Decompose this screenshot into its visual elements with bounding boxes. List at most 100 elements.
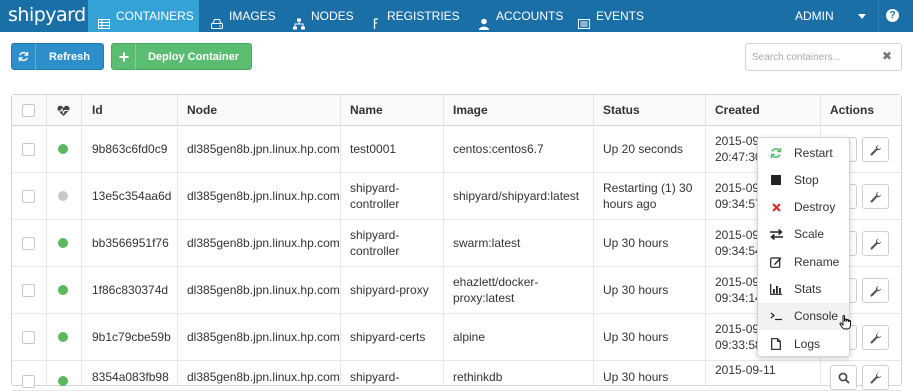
- actions-dropdown-button[interactable]: [862, 325, 889, 350]
- container-image: alpine: [453, 330, 486, 344]
- nav-events[interactable]: EVENTS: [578, 0, 644, 32]
- menu-item-destroy[interactable]: Destroy: [758, 194, 849, 221]
- col-created[interactable]: Created: [715, 95, 760, 126]
- container-id[interactable]: 1f86c830374d: [92, 282, 168, 298]
- col-status[interactable]: Status: [603, 95, 640, 126]
- row-checkbox[interactable]: [22, 284, 35, 297]
- user-menu[interactable]: ADMIN: [795, 0, 834, 32]
- row-checkbox[interactable]: [22, 331, 35, 344]
- inspect-button[interactable]: [830, 365, 857, 390]
- wrench-icon: [869, 372, 881, 384]
- container-status: Up 30 hours: [603, 283, 669, 297]
- created-date: 2015-09-11: [715, 363, 776, 377]
- nav-label: NODES: [311, 9, 354, 23]
- col-id[interactable]: Id: [92, 95, 103, 126]
- actions-dropdown-button[interactable]: [862, 365, 889, 390]
- container-id[interactable]: 13e5c354aa6d: [92, 188, 171, 204]
- menu-item-label: Scale: [794, 227, 825, 242]
- container-id[interactable]: 9b863c6fd0c9: [92, 141, 167, 157]
- container-created: 2015-09 09:34:54: [715, 227, 762, 259]
- edit-icon: [758, 255, 794, 269]
- menu-item-console[interactable]: Console: [758, 302, 849, 330]
- bar-chart-icon: [758, 282, 794, 296]
- nav-label: IMAGES: [229, 9, 276, 23]
- col-name[interactable]: Name: [350, 95, 383, 126]
- container-image: swarm:latest: [453, 236, 521, 250]
- search-icon: [838, 372, 850, 384]
- terminal-icon: [758, 309, 794, 323]
- nav-images[interactable]: IMAGES: [211, 0, 276, 32]
- created-time: 09:34:14: [715, 291, 762, 305]
- container-status: Up 30 hours: [603, 236, 669, 250]
- nav-registries[interactable]: REGISTRIES: [373, 0, 460, 32]
- wrench-icon: [869, 238, 881, 250]
- container-created: 2015-09 09:34:14: [715, 274, 762, 306]
- container-created: 2015-09 20:47:30: [715, 133, 762, 165]
- col-node[interactable]: Node: [187, 95, 217, 126]
- created-date: 2015-09: [715, 275, 760, 289]
- help-icon[interactable]: ?: [886, 9, 899, 22]
- deploy-container-button[interactable]: Deploy Container: [111, 43, 252, 70]
- wrench-icon: [869, 144, 881, 156]
- caret-down-icon[interactable]: [858, 14, 866, 19]
- search-input[interactable]: [752, 48, 877, 66]
- container-node: dl385gen8b.jpn.linux.hp.com: [187, 330, 340, 344]
- menu-item-label: Restart: [794, 145, 833, 160]
- actions-dropdown-button[interactable]: [862, 137, 889, 162]
- menu-item-restart[interactable]: Restart: [758, 139, 849, 166]
- menu-item-rename[interactable]: Rename: [758, 248, 849, 275]
- created-date: 2015-09: [715, 181, 760, 195]
- row-checkbox[interactable]: [22, 190, 35, 203]
- nav-nodes[interactable]: NODES: [293, 0, 354, 32]
- container-name: shipyard- controller: [350, 181, 400, 211]
- container-image: ehazlett/docker- proxy:latest: [453, 275, 539, 305]
- menu-item-logs[interactable]: Logs: [758, 330, 849, 357]
- nav-containers[interactable]: CONTAINERS: [88, 0, 199, 32]
- menu-item-label: Destroy: [794, 200, 836, 215]
- clear-icon[interactable]: ✖: [882, 49, 892, 63]
- refresh-icon: [12, 43, 36, 70]
- menu-item-label: Stop: [794, 172, 819, 187]
- column-divider: [340, 95, 341, 387]
- container-id[interactable]: 8354a083fb98: [92, 369, 169, 385]
- status-dot: [58, 191, 68, 201]
- actions-dropdown-button[interactable]: [862, 184, 889, 209]
- nav-accounts[interactable]: ACCOUNTS: [478, 0, 563, 32]
- created-date: 2015-09: [715, 322, 760, 336]
- container-id[interactable]: bb3566951f76: [92, 235, 169, 251]
- search-box: ✖: [745, 43, 902, 71]
- col-image[interactable]: Image: [453, 95, 488, 126]
- menu-item-scale[interactable]: Scale: [758, 221, 849, 248]
- created-time: 09:34:54: [715, 244, 762, 258]
- status-dot: [58, 144, 68, 154]
- menu-item-label: Stats: [794, 282, 822, 296]
- close-icon: [758, 200, 794, 214]
- created-time: 09:33:58: [715, 338, 762, 352]
- table-row[interactable]: 8354a083fb98 dl385gen8b.jpn.linux.hp.com…: [12, 361, 901, 391]
- container-id[interactable]: 9b1c79cbe59b: [92, 329, 171, 345]
- container-actions-menu: Restart Stop Destroy Scale Rename Stats Consol…: [757, 137, 850, 357]
- select-all-checkbox[interactable]: [22, 104, 35, 117]
- col-actions: Actions: [830, 103, 875, 117]
- menu-item-label: Console: [794, 309, 839, 324]
- row-checkbox[interactable]: [22, 143, 35, 156]
- nav-label: EVENTS: [596, 9, 645, 23]
- container-name: test0001: [350, 142, 397, 156]
- hdd-icon: [211, 10, 223, 29]
- brand-logo[interactable]: shipyard: [8, 4, 86, 26]
- actions-dropdown-button[interactable]: [862, 231, 889, 256]
- exchange-icon: [758, 227, 794, 241]
- created-time: 20:47:30: [715, 150, 762, 164]
- column-divider: [443, 95, 444, 387]
- container-name: shipyard- controller: [350, 228, 400, 258]
- row-checkbox[interactable]: [22, 375, 35, 388]
- menu-item-stop[interactable]: Stop: [758, 166, 849, 193]
- refresh-button[interactable]: Refresh: [11, 43, 104, 70]
- menu-item-stats[interactable]: Stats: [758, 276, 849, 303]
- actions-dropdown-button[interactable]: [862, 278, 889, 303]
- container-node: dl385gen8b.jpn.linux.hp.com: [187, 283, 340, 297]
- column-divider: [81, 95, 82, 387]
- container-image: rethinkdb: [453, 370, 503, 384]
- row-checkbox[interactable]: [22, 237, 35, 250]
- created-date: 2015-09: [715, 134, 760, 148]
